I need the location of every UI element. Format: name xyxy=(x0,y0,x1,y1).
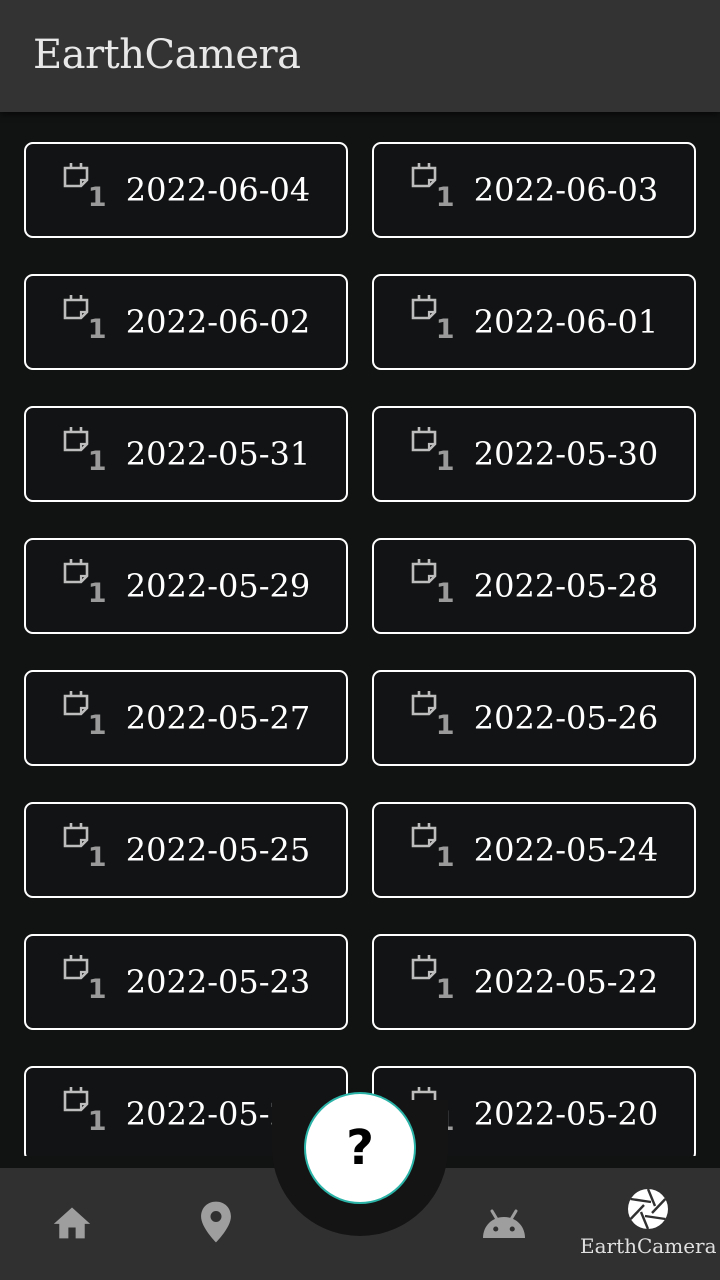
photo-count: 1 xyxy=(87,842,107,873)
date-card[interactable]: 1 2022-05-28 xyxy=(372,538,696,634)
android-icon xyxy=(483,1209,525,1238)
app-bar: EarthCamera xyxy=(0,0,720,112)
calendar-icon: 1 xyxy=(410,556,455,612)
card-date: 2022-05-24 xyxy=(473,831,659,869)
photo-count: 1 xyxy=(435,710,455,741)
date-card[interactable]: 1 2022-05-25 xyxy=(24,802,348,898)
calendar-icon: 1 xyxy=(62,820,107,876)
photo-count: 1 xyxy=(87,710,107,741)
calendar-icon: 1 xyxy=(62,160,107,216)
date-card[interactable]: 1 2022-05-24 xyxy=(372,802,696,898)
card-date: 2022-05-28 xyxy=(473,567,659,605)
photo-count: 1 xyxy=(87,578,107,609)
calendar-icon: 1 xyxy=(62,556,107,612)
calendar-icon: 1 xyxy=(62,688,107,744)
card-date: 2022-05-26 xyxy=(473,699,659,737)
date-card[interactable]: 1 2022-05-31 xyxy=(24,406,348,502)
calendar-icon: 1 xyxy=(410,820,455,876)
card-date: 2022-05-29 xyxy=(125,567,311,605)
photo-count: 1 xyxy=(435,578,455,609)
nav-location[interactable] xyxy=(197,1200,235,1244)
card-date: 2022-05-20 xyxy=(473,1095,659,1133)
photo-count: 1 xyxy=(435,842,455,873)
calendar-icon: 1 xyxy=(62,424,107,480)
date-card[interactable]: 1 2022-05-29 xyxy=(24,538,348,634)
help-fab-button[interactable]: ? xyxy=(304,1092,416,1204)
nav-earthcamera-label: EarthCamera xyxy=(580,1234,717,1258)
date-card[interactable]: 1 2022-05-22 xyxy=(372,934,696,1030)
card-date: 2022-06-04 xyxy=(125,171,311,209)
date-grid[interactable]: 1 2022-06-04 1 2022-06-03 1 2022-06-02 1… xyxy=(24,142,696,1156)
calendar-icon: 1 xyxy=(410,292,455,348)
calendar-icon: 1 xyxy=(410,424,455,480)
card-date: 2022-05-25 xyxy=(125,831,311,869)
date-card[interactable]: 1 2022-05-27 xyxy=(24,670,348,766)
nav-android[interactable] xyxy=(480,1206,528,1240)
date-card[interactable]: 1 2022-06-03 xyxy=(372,142,696,238)
camera-aperture-icon xyxy=(628,1188,669,1230)
nav-home[interactable] xyxy=(50,1202,94,1242)
calendar-icon: 1 xyxy=(410,952,455,1008)
date-card[interactable]: 1 2022-06-01 xyxy=(372,274,696,370)
photo-count: 1 xyxy=(435,182,455,213)
photo-count: 1 xyxy=(87,314,107,345)
card-date: 2022-05-22 xyxy=(473,963,659,1001)
card-date: 2022-05-31 xyxy=(125,435,311,473)
date-card[interactable]: 1 2022-05-23 xyxy=(24,934,348,1030)
date-card[interactable]: 1 2022-05-30 xyxy=(372,406,696,502)
card-date: 2022-05-27 xyxy=(125,699,311,737)
calendar-icon: 1 xyxy=(410,688,455,744)
photo-count: 1 xyxy=(435,314,455,345)
nav-earthcamera[interactable]: EarthCamera xyxy=(580,1188,717,1258)
calendar-icon: 1 xyxy=(62,952,107,1008)
home-icon xyxy=(53,1207,91,1239)
photo-count: 1 xyxy=(87,182,107,213)
date-card[interactable]: 1 2022-06-04 xyxy=(24,142,348,238)
card-date: 2022-05-30 xyxy=(473,435,659,473)
photo-count: 1 xyxy=(435,446,455,477)
photo-count: 1 xyxy=(435,974,455,1005)
card-date: 2022-06-02 xyxy=(125,303,311,341)
photo-count: 1 xyxy=(87,446,107,477)
photo-count: 1 xyxy=(87,1106,107,1137)
card-date: 2022-06-03 xyxy=(473,171,659,209)
calendar-icon: 1 xyxy=(62,1084,107,1140)
location-pin-icon xyxy=(201,1201,231,1243)
app-title: EarthCamera xyxy=(33,32,301,78)
calendar-icon: 1 xyxy=(410,160,455,216)
card-date: 2022-05-23 xyxy=(125,963,311,1001)
date-card[interactable]: 1 2022-05-26 xyxy=(372,670,696,766)
date-card[interactable]: 1 2022-06-02 xyxy=(24,274,348,370)
calendar-icon: 1 xyxy=(62,292,107,348)
card-date: 2022-06-01 xyxy=(473,303,659,341)
photo-count: 1 xyxy=(87,974,107,1005)
